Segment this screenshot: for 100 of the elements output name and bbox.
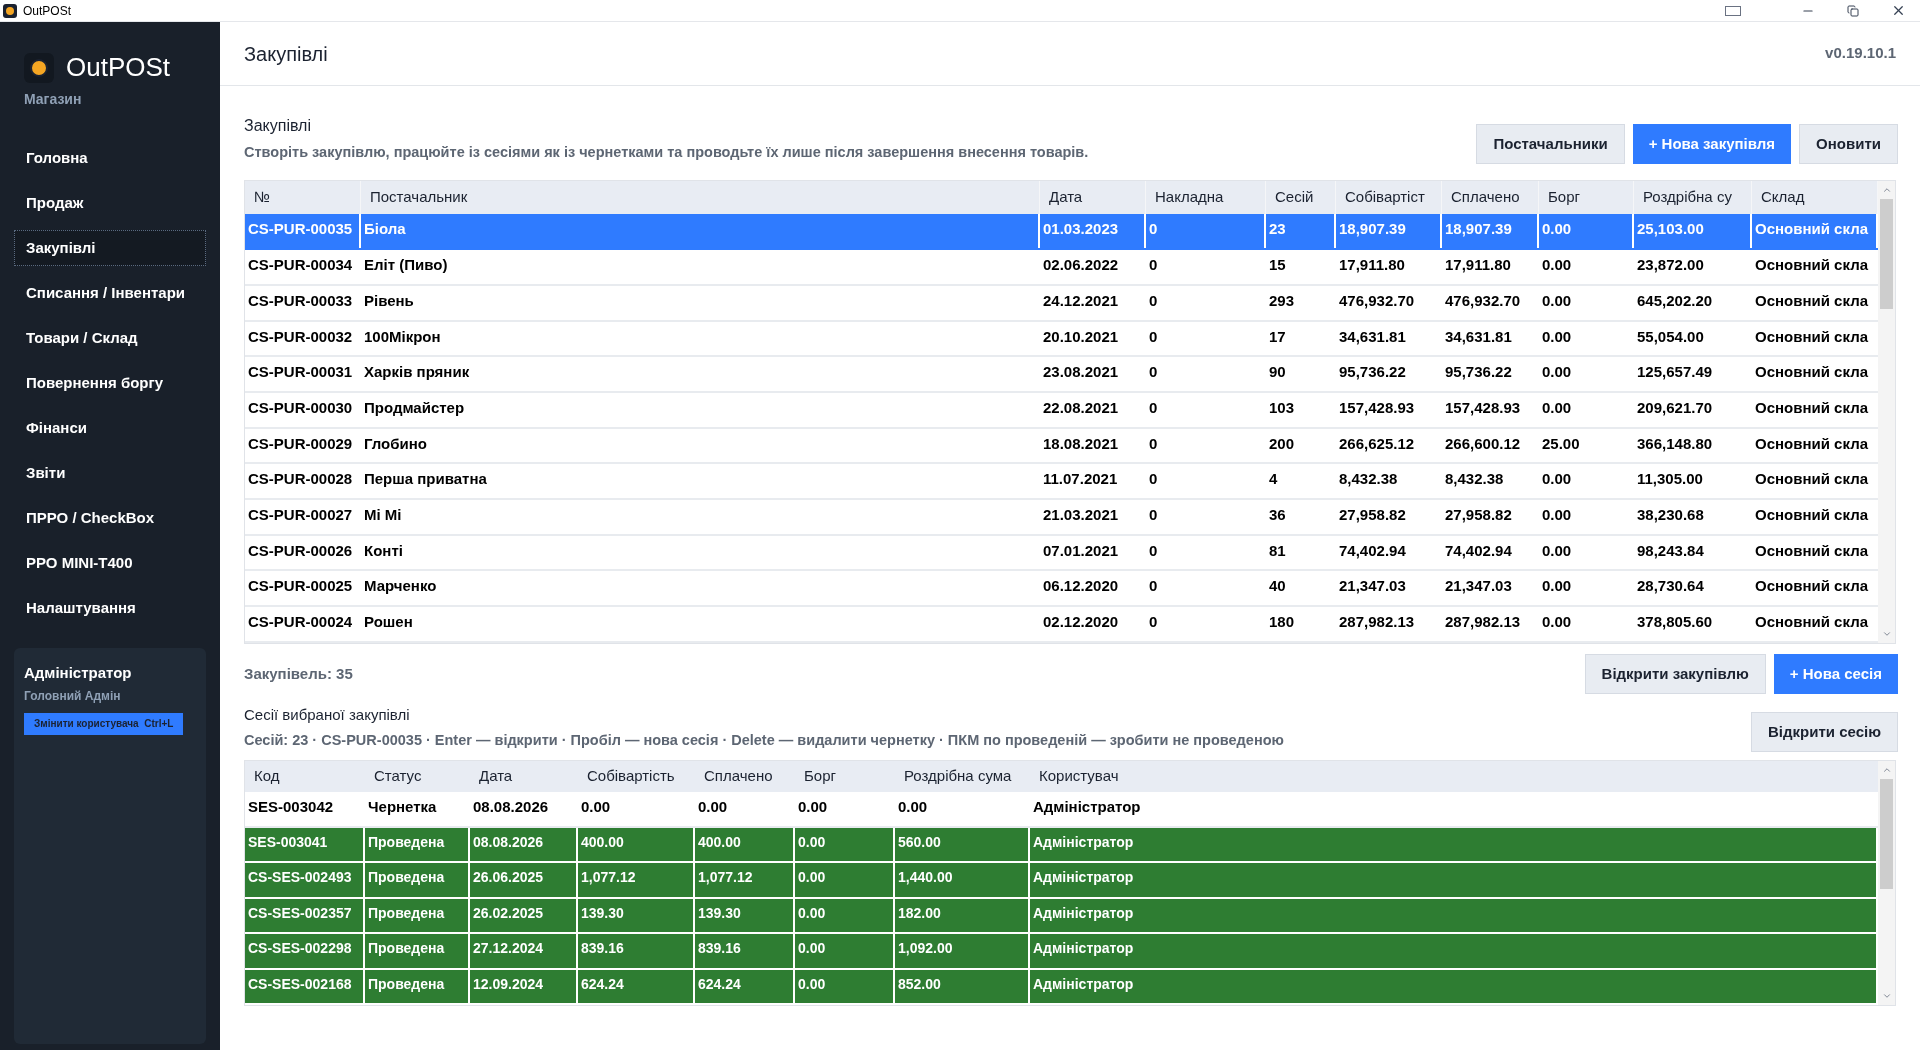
nav-item[interactable]: Списання / Інвентари <box>14 275 206 311</box>
switch-user-button[interactable]: Змінити користувача Ctrl+L <box>24 712 184 735</box>
scrollbar-thumb[interactable] <box>1880 198 1893 309</box>
scrollbar-thumb[interactable] <box>1880 779 1893 889</box>
close-icon[interactable] <box>1891 3 1906 18</box>
table-cell-text: 0.00 <box>1541 290 1573 311</box>
table-cell-text: 0 <box>1148 469 1159 490</box>
table-cell-text: 293 <box>1268 290 1296 311</box>
toolbar-button[interactable]: + Нова закупівля <box>1632 123 1792 164</box>
nav-item[interactable]: Головна <box>14 140 206 176</box>
restore-icon[interactable] <box>1847 4 1859 17</box>
table-cell-text: CS-PUR-00031 <box>247 362 354 383</box>
table-cell: 839.16 <box>695 934 795 968</box>
table-cell-text: 0.00 <box>580 797 612 818</box>
table-cell-text: 17 <box>1268 326 1287 347</box>
table-cell-text: 0 <box>1148 433 1159 454</box>
sessions-description: Сесій: 23 · CS-PUR-00035 · Enter — відкрити · Пробіл — нова сесія · Delete — видалити чернетку · ПКМ по проведеній — зробити не проведеною <box>244 731 1284 751</box>
table-cell-text: 378,805.60 <box>1636 612 1714 632</box>
table-cell-text: 11.07.2021 <box>1042 469 1119 490</box>
column-header[interactable]: Дата <box>470 761 578 793</box>
user-name: Адміністратор <box>24 663 132 683</box>
table-cell-text: 95,736.22 <box>1338 362 1407 383</box>
table-cell-text: 34,631.81 <box>1444 326 1513 347</box>
session-row[interactable]: CS-SES-002298 Проведена 27.12.2024 839.16 839.16 0.00 1,092.00 Адміністратор <box>245 934 1878 970</box>
session-row[interactable]: SES-003041 Проведена 08.08.2026 400.00 400.00 0.00 560.00 Адміністратор <box>245 827 1878 864</box>
table-cell-text: 21,347.03 <box>1338 576 1407 597</box>
table-row[interactable]: CS-PUR-00035 Біола 01.03.2023 0 23 18,907.39 18,907.39 0.00 25,103.00 Основний скла <box>245 214 1878 251</box>
table-cell: SES-003041 <box>245 827 365 862</box>
logo-icon <box>24 52 54 83</box>
table-cell: 1,440.00 <box>895 863 1030 897</box>
table-cell-text: 74,402.94 <box>1338 540 1407 561</box>
table-cell-text: Основний скла <box>1754 255 1870 276</box>
scroll-down-icon[interactable] <box>1881 991 1892 1001</box>
table-cell-text: 0.00 <box>797 797 829 818</box>
nav-item[interactable]: Повернення боргу <box>14 365 206 401</box>
toolbar-button[interactable]: Постачальники <box>1476 123 1625 164</box>
table-cell: CS-SES-002357 <box>245 898 365 933</box>
nav-item[interactable]: Звіти <box>14 455 206 491</box>
column-header[interactable]: Користувач <box>1030 761 1878 793</box>
table-cell-text: Глобино <box>363 433 428 454</box>
table-cell-text: 02.12.2020 <box>1042 612 1120 632</box>
column-header[interactable]: Собівартість <box>578 761 695 793</box>
nav-item[interactable]: Налаштування <box>14 590 206 626</box>
column-header[interactable]: Сплачено <box>695 761 795 793</box>
open-session-button[interactable]: Відкрити сесію <box>1751 712 1898 752</box>
table-cell-text: 11,305.00 <box>1636 469 1704 490</box>
table-cell: 01.03.2023 <box>1040 214 1146 249</box>
action-button[interactable]: + Нова сесія <box>1773 653 1898 694</box>
table-cell-text: CS-PUR-00034 <box>247 255 354 276</box>
column-header[interactable]: Роздрібна сума <box>895 761 1030 793</box>
nav-item[interactable]: Закупівлі <box>14 230 206 266</box>
table-cell: Проведена <box>365 827 470 862</box>
table-cell-text: 0.00 <box>1541 540 1573 561</box>
table-cell-text: Основний скла <box>1754 540 1870 561</box>
session-row[interactable]: CS-SES-002493 Проведена 26.06.2025 1,077.12 1,077.12 0.00 1,440.00 Адміністратор <box>245 863 1878 899</box>
nav-item[interactable]: РРО MINI-T400 <box>14 545 206 581</box>
table-cell-text: 103 <box>1268 397 1296 418</box>
column-header[interactable]: Статус <box>365 761 470 793</box>
table-cell-text: 645,202.20 <box>1636 290 1714 311</box>
table-cell: 139.30 <box>578 898 695 933</box>
table-cell-text: Основний скла <box>1754 397 1870 418</box>
user-role: Головний Адмін <box>24 687 121 705</box>
table-cell-text: 18.08.2021 <box>1042 433 1120 454</box>
table-cell-text: 34,631.81 <box>1338 326 1407 347</box>
table-cell: 1,092.00 <box>895 934 1030 968</box>
table-cell: 1,077.12 <box>695 863 795 897</box>
column-header[interactable]: Борг <box>795 761 895 793</box>
session-row[interactable]: CS-SES-002168 Проведена 12.09.2024 624.24 624.24 0.00 852.00 Адміністратор <box>245 969 1878 1005</box>
action-button[interactable]: Відкрити закупівлю <box>1584 653 1766 694</box>
table-cell-text: Основний скла <box>1754 326 1870 347</box>
nav-item[interactable]: Продаж <box>14 185 206 221</box>
table-cell: CS-PUR-00035 <box>245 214 361 249</box>
table-cell-text: Конті <box>363 540 404 561</box>
table-cell: 0.00 <box>1539 214 1634 249</box>
table-cell-text: CS-PUR-00028 <box>247 469 354 490</box>
nav-item[interactable]: Товари / Склад <box>14 320 206 356</box>
toolbar-button[interactable]: Оновити <box>1799 123 1898 164</box>
scroll-up-icon[interactable] <box>1881 765 1892 775</box>
table-cell-text: 476,932.70 <box>1338 290 1416 311</box>
table-cell: 0.00 <box>795 898 895 933</box>
table-cell-text: 06.12.2020 <box>1042 576 1120 597</box>
nav-item[interactable]: Фінанси <box>14 410 206 446</box>
table-cell: 139.30 <box>695 898 795 933</box>
purchase-count: Закупівель: 35 <box>244 663 353 684</box>
nav-item[interactable]: ПРРО / CheckBox <box>14 500 206 536</box>
table-cell: 0.00 <box>795 969 895 1003</box>
table-cell-text: 125,657.49 <box>1636 362 1714 383</box>
table-cell-text: 08.08.2026 <box>472 797 550 818</box>
table-cell: 1,077.12 <box>578 863 695 897</box>
table-cell: 23 <box>1266 214 1336 249</box>
table-cell-text: 0 <box>1148 255 1159 276</box>
column-header[interactable]: Код <box>245 761 365 793</box>
table-cell-text: 266,625.12 <box>1338 433 1416 454</box>
sessions-scrollbar[interactable] <box>1878 761 1895 1005</box>
table-cell: Проведена <box>365 863 470 897</box>
session-row[interactable]: CS-SES-002357 Проведена 26.02.2025 139.30 139.30 0.00 182.00 Адміністратор <box>245 898 1878 935</box>
table-cell-text: 90 <box>1268 362 1287 383</box>
table-cell-text: 36 <box>1268 504 1287 525</box>
table-cell: 560.00 <box>895 827 1030 862</box>
table-scrollbar[interactable] <box>1878 180 1895 643</box>
